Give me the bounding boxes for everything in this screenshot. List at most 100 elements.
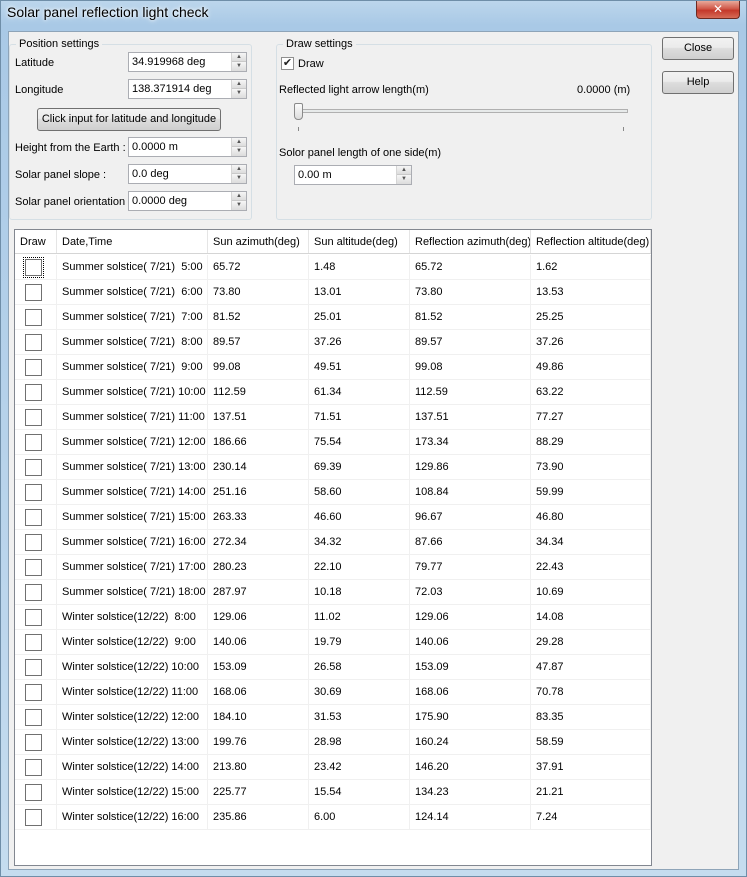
- longitude-spinner[interactable]: ▲ ▼: [231, 80, 246, 98]
- table-row[interactable]: Summer solstice( 7/21) 16:00 272.34 34.32 8…: [15, 530, 651, 555]
- table-row[interactable]: Summer solstice( 7/21) 6:00 73.80 13.01 73.…: [15, 280, 651, 305]
- close-button[interactable]: Close: [662, 37, 734, 60]
- table-row[interactable]: Summer solstice( 7/21) 8:00 89.57 37.26 89.…: [15, 330, 651, 355]
- table-row[interactable]: Summer solstice( 7/21) 13:00 230.14 69.39 1…: [15, 455, 651, 480]
- draw-cell: [15, 505, 57, 530]
- orientation-input[interactable]: 0.0000 deg ▲ ▼: [128, 191, 247, 211]
- table-row[interactable]: Summer solstice( 7/21) 18:00 287.97 10.18 7…: [15, 580, 651, 605]
- window-close-icon[interactable]: ✕: [696, 1, 740, 19]
- draw-cell: [15, 805, 57, 830]
- spin-down-icon[interactable]: ▼: [397, 175, 411, 184]
- spin-down-icon[interactable]: ▼: [232, 201, 246, 210]
- row-draw-checkbox[interactable]: [25, 459, 42, 476]
- sun-azimuth-cell: 199.76: [208, 730, 309, 755]
- spin-up-icon[interactable]: ▲: [397, 166, 411, 175]
- panel-length-input[interactable]: 0.00 m ▲ ▼: [294, 165, 412, 185]
- table-row[interactable]: Winter solstice(12/22) 13:00 199.76 28.98 1…: [15, 730, 651, 755]
- row-draw-checkbox[interactable]: [25, 384, 42, 401]
- table-row[interactable]: Summer solstice( 7/21) 14:00 251.16 58.60 1…: [15, 480, 651, 505]
- row-draw-checkbox[interactable]: [23, 257, 44, 278]
- longitude-value: 138.371914 deg: [132, 83, 212, 95]
- reflection-azimuth-cell: 129.06: [410, 605, 531, 630]
- row-draw-checkbox[interactable]: [25, 434, 42, 451]
- table-row[interactable]: Summer solstice( 7/21) 15:00 263.33 46.60 9…: [15, 505, 651, 530]
- draw-cell: [15, 355, 57, 380]
- row-draw-checkbox[interactable]: [25, 509, 42, 526]
- slope-input[interactable]: 0.0 deg ▲ ▼: [128, 164, 247, 184]
- table-row[interactable]: Winter solstice(12/22) 9:00 140.06 19.79 14…: [15, 630, 651, 655]
- table-row[interactable]: Winter solstice(12/22) 15:00 225.77 15.54 1…: [15, 780, 651, 805]
- spin-down-icon[interactable]: ▼: [232, 174, 246, 183]
- row-draw-checkbox[interactable]: [25, 334, 42, 351]
- row-draw-checkbox[interactable]: [25, 484, 42, 501]
- height-spinner[interactable]: ▲ ▼: [231, 138, 246, 156]
- spin-down-icon[interactable]: ▼: [232, 89, 246, 98]
- row-draw-checkbox[interactable]: [25, 534, 42, 551]
- table-row[interactable]: Summer solstice( 7/21) 10:00 112.59 61.34 1…: [15, 380, 651, 405]
- table-row[interactable]: Winter solstice(12/22) 11:00 168.06 30.69 1…: [15, 680, 651, 705]
- row-draw-checkbox[interactable]: [25, 409, 42, 426]
- table-row[interactable]: Summer solstice( 7/21) 11:00 137.51 71.51 1…: [15, 405, 651, 430]
- column-header-reflection-altitude[interactable]: Reflection altitude(deg): [531, 230, 651, 253]
- sun-azimuth-cell: 263.33: [208, 505, 309, 530]
- reflection-azimuth-cell: 173.34: [410, 430, 531, 455]
- sun-altitude-cell: 25.01: [309, 305, 410, 330]
- spin-up-icon[interactable]: ▲: [232, 165, 246, 174]
- row-draw-checkbox[interactable]: [25, 684, 42, 701]
- table-row[interactable]: Winter solstice(12/22) 16:00 235.86 6.00 12…: [15, 805, 651, 830]
- sun-altitude-cell: 11.02: [309, 605, 410, 630]
- row-draw-checkbox[interactable]: [25, 759, 42, 776]
- column-header-reflection-azimuth[interactable]: Reflection azimuth(deg): [410, 230, 531, 253]
- orientation-spinner[interactable]: ▲ ▼: [231, 192, 246, 210]
- longitude-input[interactable]: 138.371914 deg ▲ ▼: [128, 79, 247, 99]
- draw-settings-legend: Draw settings: [283, 38, 356, 50]
- draw-cell: [15, 405, 57, 430]
- draw-checkbox[interactable]: ✔: [281, 57, 294, 70]
- row-draw-checkbox[interactable]: [25, 784, 42, 801]
- row-draw-checkbox[interactable]: [25, 609, 42, 626]
- sun-azimuth-cell: 184.10: [208, 705, 309, 730]
- row-draw-checkbox[interactable]: [25, 559, 42, 576]
- row-draw-checkbox[interactable]: [25, 634, 42, 651]
- spin-up-icon[interactable]: ▲: [232, 80, 246, 89]
- column-header-sun-altitude[interactable]: Sun altitude(deg): [309, 230, 410, 253]
- row-draw-checkbox[interactable]: [25, 284, 42, 301]
- slope-spinner[interactable]: ▲ ▼: [231, 165, 246, 183]
- table-row[interactable]: Summer solstice( 7/21) 9:00 99.08 49.51 99.…: [15, 355, 651, 380]
- table-row[interactable]: Winter solstice(12/22) 14:00 213.80 23.42 1…: [15, 755, 651, 780]
- sun-azimuth-cell: 280.23: [208, 555, 309, 580]
- table-row[interactable]: Winter solstice(12/22) 8:00 129.06 11.02 12…: [15, 605, 651, 630]
- click-input-latlng-button[interactable]: Click input for latitude and longitude: [37, 108, 221, 131]
- spin-down-icon[interactable]: ▼: [232, 62, 246, 71]
- column-header-datetime[interactable]: Date,Time: [57, 230, 208, 253]
- column-header-sun-azimuth[interactable]: Sun azimuth(deg): [208, 230, 309, 253]
- row-draw-checkbox[interactable]: [25, 584, 42, 601]
- table-row[interactable]: Winter solstice(12/22) 12:00 184.10 31.53 1…: [15, 705, 651, 730]
- panel-length-spinner[interactable]: ▲ ▼: [396, 166, 411, 184]
- table-row[interactable]: Summer solstice( 7/21) 17:00 280.23 22.10 7…: [15, 555, 651, 580]
- row-draw-checkbox[interactable]: [25, 309, 42, 326]
- draw-cell: [15, 455, 57, 480]
- row-draw-checkbox[interactable]: [25, 359, 42, 376]
- spin-up-icon[interactable]: ▲: [232, 138, 246, 147]
- table-row[interactable]: Summer solstice( 7/21) 7:00 81.52 25.01 81.…: [15, 305, 651, 330]
- arrow-length-slider[interactable]: [294, 103, 303, 120]
- table-row[interactable]: Winter solstice(12/22) 10:00 153.09 26.58 1…: [15, 655, 651, 680]
- spin-up-icon[interactable]: ▲: [232, 192, 246, 201]
- orientation-value: 0.0000 deg: [132, 195, 188, 207]
- row-draw-checkbox[interactable]: [25, 659, 42, 676]
- latitude-input[interactable]: 34.919968 deg ▲ ▼: [128, 52, 247, 72]
- datetime-cell: Summer solstice( 7/21) 18:00: [57, 580, 208, 605]
- sun-altitude-cell: 49.51: [309, 355, 410, 380]
- help-button[interactable]: Help: [662, 71, 734, 94]
- row-draw-checkbox[interactable]: [25, 809, 42, 826]
- column-header-draw[interactable]: Draw: [15, 230, 57, 253]
- table-row[interactable]: Summer solstice( 7/21) 5:00 65.72 1.48 65.7…: [15, 255, 651, 280]
- spin-up-icon[interactable]: ▲: [232, 53, 246, 62]
- height-input[interactable]: 0.0000 m ▲ ▼: [128, 137, 247, 157]
- latitude-spinner[interactable]: ▲ ▼: [231, 53, 246, 71]
- table-row[interactable]: Summer solstice( 7/21) 12:00 186.66 75.54 1…: [15, 430, 651, 455]
- row-draw-checkbox[interactable]: [25, 709, 42, 726]
- spin-down-icon[interactable]: ▼: [232, 147, 246, 156]
- row-draw-checkbox[interactable]: [25, 734, 42, 751]
